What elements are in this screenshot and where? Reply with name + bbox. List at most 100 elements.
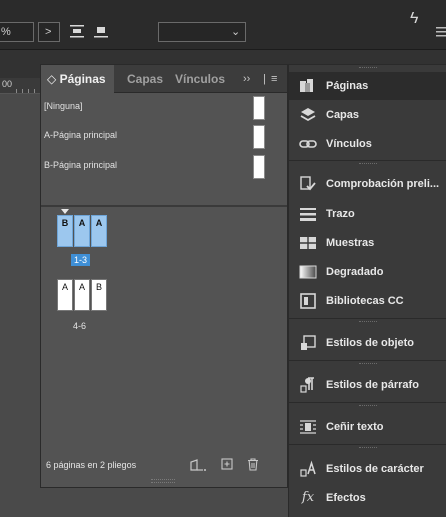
lightning-icon: ϟ bbox=[410, 10, 419, 27]
new-page-icon[interactable] bbox=[221, 458, 235, 472]
page-master-letter: A bbox=[78, 218, 86, 228]
master-page-label: A-Página principal bbox=[44, 130, 118, 140]
dock-item-label: Vínculos bbox=[326, 138, 372, 150]
dock-item-label: Estilos de párrafo bbox=[326, 379, 419, 391]
master-page-thumbnail[interactable] bbox=[253, 155, 265, 179]
dock-item-object-styles[interactable]: Estilos de objeto bbox=[289, 329, 446, 357]
trash-icon[interactable] bbox=[247, 458, 261, 472]
dock-item-effects[interactable]: fx Efectos bbox=[289, 484, 446, 512]
page-thumbnail[interactable]: B bbox=[91, 279, 107, 311]
horizontal-ruler: 00 bbox=[0, 78, 40, 94]
character-styles-icon bbox=[299, 460, 317, 478]
dock-item-label: Estilos de objeto bbox=[326, 337, 415, 349]
panel-footer: 6 páginas en 2 pliegos bbox=[41, 455, 287, 477]
tab-label: Páginas bbox=[59, 72, 106, 86]
dock-item-label: Páginas bbox=[326, 80, 369, 92]
tab-overflow-button[interactable]: ›› bbox=[243, 65, 250, 93]
document-pasteboard bbox=[40, 488, 288, 517]
dock-item-layers[interactable]: Capas bbox=[289, 101, 446, 129]
page-master-letter: B bbox=[61, 218, 69, 228]
spread-label: 4-6 bbox=[73, 321, 87, 331]
spread-label: 1-3 bbox=[71, 254, 91, 266]
dock-item-swatches[interactable]: Muestras bbox=[289, 229, 446, 257]
dock-group-separator[interactable] bbox=[289, 360, 446, 367]
stroke-icon bbox=[299, 205, 317, 223]
ruler-tick bbox=[34, 89, 35, 93]
control-bar: % > ⌄ ϟ bbox=[0, 0, 446, 50]
dock-item-paragraph-styles[interactable]: Estilos de párrafo bbox=[289, 371, 446, 399]
collapse-icon: ◇ bbox=[47, 72, 57, 86]
dock-group-separator[interactable] bbox=[289, 444, 446, 451]
panel-menu-icon[interactable]: ≡ bbox=[271, 65, 277, 93]
tab-label: Vínculos bbox=[175, 72, 226, 86]
zoom-field[interactable]: % bbox=[0, 22, 34, 42]
dock-item-preflight[interactable]: Comprobación preli... bbox=[289, 170, 446, 198]
spread-1-3[interactable]: B A A 1-3 bbox=[57, 209, 117, 275]
page-master-letter: A bbox=[95, 218, 103, 228]
dock-item-label: Muestras bbox=[326, 237, 375, 249]
dock-item-text-wrap[interactable]: Ceñir texto bbox=[289, 413, 446, 441]
dock-item-label: Ceñir texto bbox=[326, 421, 384, 433]
panel-dock: Páginas Capas Vínculos Comprobación prel… bbox=[288, 64, 446, 517]
paragraph-styles-icon bbox=[299, 376, 317, 394]
tab-links[interactable]: Vínculos bbox=[175, 65, 225, 93]
page-thumbnail[interactable]: A bbox=[57, 279, 73, 311]
dock-group-separator[interactable] bbox=[289, 402, 446, 409]
dock-item-label: Efectos bbox=[326, 492, 366, 504]
dock-group-separator[interactable] bbox=[289, 318, 446, 325]
dock-item-label: Capas bbox=[326, 109, 360, 121]
ruler-tick bbox=[16, 89, 17, 93]
panel-divider bbox=[41, 205, 287, 207]
page-count-status: 6 páginas en 2 pliegos bbox=[46, 460, 137, 470]
preflight-icon bbox=[299, 175, 317, 193]
page-thumbnail[interactable]: B bbox=[57, 215, 73, 247]
master-page-row[interactable]: A-Página principal bbox=[41, 123, 287, 151]
align-bottom-icon[interactable] bbox=[94, 24, 108, 38]
links-icon bbox=[299, 135, 317, 153]
dock-item-character-styles[interactable]: Estilos de carácter bbox=[289, 455, 446, 483]
master-page-label: [Ninguna] bbox=[44, 101, 83, 111]
master-page-thumbnail[interactable] bbox=[253, 125, 265, 149]
tab-label: Capas bbox=[127, 72, 164, 86]
dock-item-cc-libraries[interactable]: Bibliotecas CC bbox=[289, 287, 446, 315]
gradient-icon bbox=[299, 263, 317, 281]
page-master-letter: A bbox=[61, 282, 68, 292]
layers-icon bbox=[299, 106, 317, 124]
panel-tab-bar: ◇ Páginas Capas Vínculos ›› | ≡ bbox=[41, 65, 287, 93]
master-page-thumbnail[interactable] bbox=[253, 96, 265, 120]
page-thumbnail[interactable]: A bbox=[74, 215, 90, 247]
page-thumbnail[interactable]: A bbox=[91, 215, 107, 247]
pages-icon bbox=[299, 77, 317, 95]
document-pasteboard bbox=[0, 94, 40, 517]
tab-pages[interactable]: ◇ Páginas bbox=[41, 65, 114, 93]
dock-item-label: Bibliotecas CC bbox=[326, 295, 404, 307]
dock-group-separator[interactable] bbox=[289, 160, 446, 167]
current-page-marker-icon bbox=[61, 209, 69, 214]
dock-item-pages[interactable]: Páginas bbox=[289, 72, 446, 100]
chevron-down-icon: ⌄ bbox=[231, 26, 241, 38]
tab-layers[interactable]: Capas bbox=[127, 65, 163, 93]
master-page-row[interactable]: [Ninguna] bbox=[41, 94, 287, 122]
master-page-label: B-Página principal bbox=[44, 160, 118, 170]
page-master-letter: A bbox=[78, 282, 85, 292]
dock-item-links[interactable]: Vínculos bbox=[289, 130, 446, 158]
align-left-icon[interactable] bbox=[70, 24, 84, 38]
pages-panel: ◇ Páginas Capas Vínculos ›› | ≡ [Ninguna… bbox=[40, 64, 288, 488]
dock-group-separator[interactable] bbox=[289, 64, 446, 71]
effects-icon: fx bbox=[301, 490, 315, 505]
page-thumbnail[interactable]: A bbox=[74, 279, 90, 311]
cc-libraries-icon bbox=[299, 292, 317, 310]
ruler-number: 00 bbox=[2, 79, 13, 89]
style-dropdown[interactable]: ⌄ bbox=[158, 22, 246, 42]
dock-item-label: Comprobación preli... bbox=[326, 178, 440, 190]
ruler-tick bbox=[28, 89, 29, 93]
resize-grip[interactable] bbox=[151, 479, 175, 483]
spread-4-6[interactable]: A A B 4-6 bbox=[57, 279, 117, 339]
next-button[interactable]: > bbox=[38, 22, 60, 42]
dock-item-gradient[interactable]: Degradado bbox=[289, 258, 446, 286]
menu-icon[interactable] bbox=[436, 24, 446, 38]
dock-item-stroke[interactable]: Trazo bbox=[289, 200, 446, 228]
master-page-row[interactable]: B-Página principal bbox=[41, 153, 287, 181]
edit-page-size-icon[interactable] bbox=[189, 458, 207, 474]
dock-item-label: Trazo bbox=[326, 208, 355, 220]
